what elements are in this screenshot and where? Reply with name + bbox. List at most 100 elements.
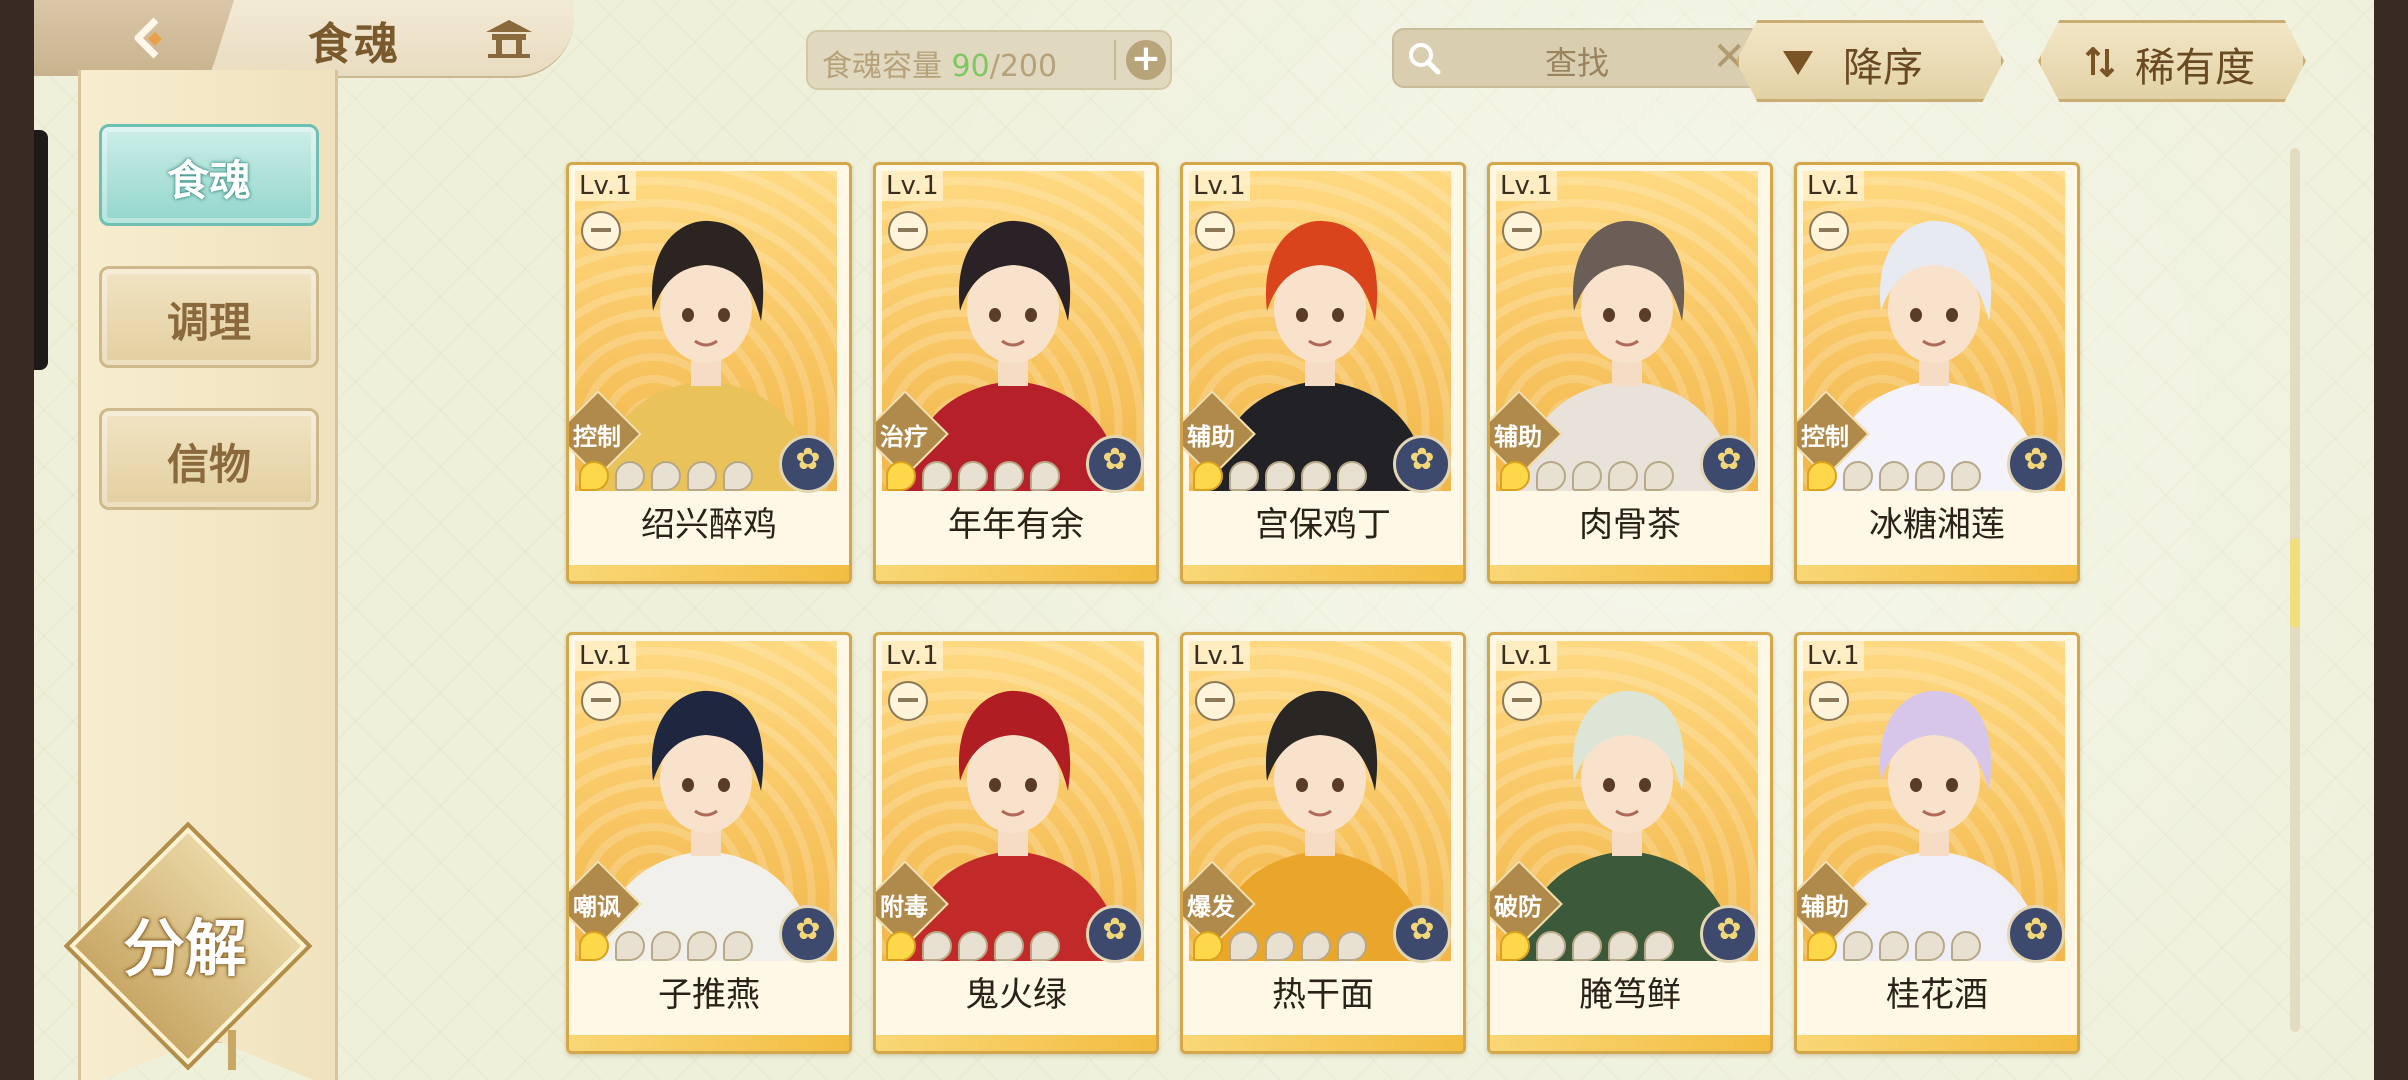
star-icon — [723, 461, 753, 491]
capacity-add-button[interactable]: + — [1126, 40, 1166, 80]
food-soul-card[interactable]: Lv.1 辅助 宫保鸡丁 — [1180, 162, 1466, 584]
capacity-label: 食魂容量 — [822, 49, 952, 84]
lock-icon[interactable] — [581, 681, 621, 721]
food-soul-card[interactable]: Lv.1 辅助 桂花酒 — [1794, 632, 2080, 1054]
sort-order-button[interactable]: 降序 — [1736, 20, 2004, 102]
star-rating — [1193, 931, 1383, 961]
search-field[interactable]: 查找 ✕ — [1392, 28, 1762, 88]
star-icon — [1265, 461, 1295, 491]
star-icon — [651, 461, 681, 491]
card-footer — [876, 1035, 1156, 1051]
lock-icon[interactable] — [888, 211, 928, 251]
card-name: 鬼火绿 — [965, 975, 1067, 1015]
card-footer — [1183, 565, 1463, 581]
back-arrow-icon — [134, 17, 163, 59]
sort-by-label: 稀有度 — [2135, 45, 2255, 91]
food-soul-card[interactable]: Lv.1 控制 冰糖湘莲 — [1794, 162, 2080, 584]
scrollbar-thumb[interactable] — [2290, 538, 2300, 628]
swap-arrows-icon — [2085, 47, 2115, 77]
capacity-display: 食魂容量 90/200 + — [806, 30, 1172, 90]
element-badge-icon — [1700, 905, 1758, 963]
page-title: 食魂 — [308, 19, 400, 70]
star-icon — [1337, 931, 1367, 961]
card-name: 冰糖湘莲 — [1869, 505, 2005, 545]
food-soul-card[interactable]: Lv.1 嘲讽 子推燕 — [566, 632, 852, 1054]
level-label: Lv.1 — [882, 641, 943, 671]
star-icon — [958, 461, 988, 491]
role-label: 治疗 — [880, 423, 928, 451]
sort-by-button[interactable]: 稀有度 — [2038, 20, 2306, 102]
star-icon — [1337, 461, 1367, 491]
food-soul-card[interactable]: Lv.1 辅助 肉骨茶 — [1487, 162, 1773, 584]
card-name: 宫保鸡丁 — [1255, 505, 1391, 545]
card-name: 绍兴醉鸡 — [641, 505, 777, 545]
star-icon — [1536, 461, 1566, 491]
star-icon — [1807, 461, 1837, 491]
star-icon — [615, 931, 645, 961]
food-soul-card[interactable]: Lv.1 爆发 热干面 — [1180, 632, 1466, 1054]
star-icon — [994, 931, 1024, 961]
sidebar-item-label: 信物 — [166, 440, 251, 489]
star-rating — [886, 461, 1076, 491]
sidebar-item-tokens[interactable]: 信物 — [99, 408, 319, 510]
card-name: 腌笃鲜 — [1579, 975, 1681, 1015]
sidebar-item-conditioning[interactable]: 调理 — [99, 266, 319, 368]
star-icon — [1951, 461, 1981, 491]
element-badge-icon — [1086, 435, 1144, 493]
star-icon — [1843, 931, 1873, 961]
role-label: 控制 — [1801, 423, 1849, 451]
star-icon — [1915, 931, 1945, 961]
home-pavilion-icon[interactable] — [482, 16, 536, 60]
app-root: 食魂 食魂容量 90/200 + 查找 ✕ 降序 稀有度 食魂 调理 信物 分解… — [34, 0, 2374, 1080]
star-icon — [1572, 931, 1602, 961]
star-icon — [651, 931, 681, 961]
star-icon — [1879, 931, 1909, 961]
lock-icon[interactable] — [1502, 681, 1542, 721]
decompose-label: 分解 — [122, 912, 247, 985]
star-icon — [994, 461, 1024, 491]
card-footer — [569, 1035, 849, 1051]
food-soul-card[interactable]: Lv.1 控制 绍兴醉鸡 — [566, 162, 852, 584]
capacity-text: 食魂容量 90/200 — [822, 41, 1057, 85]
food-soul-card[interactable]: Lv.1 治疗 年年有余 — [873, 162, 1159, 584]
role-label: 辅助 — [1187, 423, 1235, 451]
back-button[interactable] — [34, 0, 234, 76]
food-soul-card[interactable]: Lv.1 附毒 鬼火绿 — [873, 632, 1159, 1054]
level-label: Lv.1 — [575, 171, 636, 201]
star-icon — [1915, 461, 1945, 491]
lock-icon[interactable] — [1809, 211, 1849, 251]
capacity-total: /200 — [989, 49, 1058, 84]
element-badge-icon — [2007, 435, 2065, 493]
star-icon — [615, 461, 645, 491]
card-footer — [1797, 565, 2077, 581]
lock-icon[interactable] — [581, 211, 621, 251]
level-label: Lv.1 — [1496, 641, 1557, 671]
element-badge-icon — [1393, 905, 1451, 963]
role-label: 嘲讽 — [573, 893, 621, 921]
star-icon — [1807, 931, 1837, 961]
sidebar-item-label: 调理 — [166, 298, 251, 347]
star-icon — [1500, 931, 1530, 961]
card-name: 肉骨茶 — [1579, 505, 1681, 545]
star-icon — [1536, 931, 1566, 961]
lock-icon[interactable] — [888, 681, 928, 721]
star-icon — [922, 931, 952, 961]
element-badge-icon — [2007, 905, 2065, 963]
lock-icon[interactable] — [1809, 681, 1849, 721]
star-icon — [1879, 461, 1909, 491]
element-badge-icon — [1086, 905, 1144, 963]
star-rating — [1193, 461, 1383, 491]
lock-icon[interactable] — [1195, 211, 1235, 251]
lock-icon[interactable] — [1502, 211, 1542, 251]
card-footer — [1183, 1035, 1463, 1051]
sidebar-item-food-souls[interactable]: 食魂 — [99, 124, 319, 226]
card-footer — [1490, 565, 1770, 581]
card-name: 子推燕 — [658, 975, 760, 1015]
star-icon — [1193, 931, 1223, 961]
star-rating — [579, 461, 769, 491]
role-label: 爆发 — [1187, 893, 1235, 921]
role-label: 破防 — [1494, 893, 1542, 921]
food-soul-card[interactable]: Lv.1 破防 腌笃鲜 — [1487, 632, 1773, 1054]
lock-icon[interactable] — [1195, 681, 1235, 721]
scrollbar[interactable] — [2290, 148, 2300, 1032]
